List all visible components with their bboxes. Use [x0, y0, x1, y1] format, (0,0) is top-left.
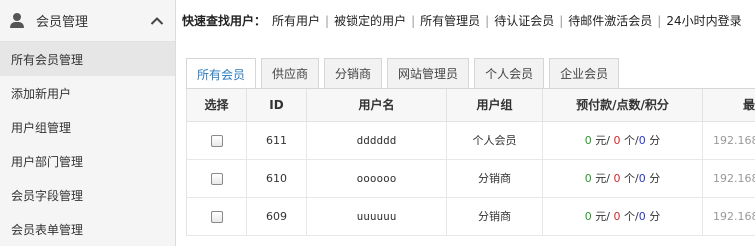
- cell-balance: 0 元/ 0 个/0 分: [542, 197, 703, 236]
- score-value: 0: [638, 134, 646, 147]
- divider: |: [485, 14, 490, 28]
- divider: |: [657, 14, 662, 28]
- table-header-row: 选择 ID 用户名 用户组 预付款/点数/积分 最后登录IP: [186, 89, 755, 122]
- score-unit: 分: [649, 172, 661, 185]
- col-id: ID: [246, 89, 307, 122]
- points-unit: 个/: [624, 210, 639, 223]
- divider: |: [559, 14, 564, 28]
- quick-search-bar: 快速查找用户： 所有用户 | 被锁定的用户 | 所有管理员 | 待认证会员 | 待邮件激活会员 | 2…: [182, 12, 742, 29]
- quick-link-pending-email[interactable]: 待邮件激活会员: [568, 14, 652, 28]
- col-last-login-ip: 最后登录IP: [702, 89, 755, 122]
- col-select: 选择: [186, 89, 247, 122]
- member-tabs: 所有会员 供应商 分销商 网站管理员 个人会员 企业会员: [186, 58, 624, 89]
- sidebar-item-member-forms[interactable]: 会员表单管理: [0, 212, 175, 246]
- sidebar-item-member-fields[interactable]: 会员字段管理: [0, 178, 175, 212]
- cell-username: uuuuuu: [306, 197, 447, 236]
- members-table: 选择 ID 用户名 用户组 预付款/点数/积分 最后登录IP 611 ddddd…: [186, 89, 755, 236]
- divider: |: [411, 14, 416, 28]
- tab-all-members[interactable]: 所有会员: [186, 58, 257, 89]
- quick-link-all-users[interactable]: 所有用户: [272, 14, 320, 28]
- score-value: 0: [638, 172, 646, 185]
- cell-username: dddddd: [306, 121, 447, 160]
- sidebar-header[interactable]: 会员管理: [0, 0, 175, 42]
- cell-username: oooooo: [306, 159, 447, 198]
- chevron-up-icon[interactable]: [147, 11, 167, 31]
- points-value: 0: [613, 210, 621, 223]
- prepay-unit: 元/: [595, 172, 610, 185]
- points-unit: 个/: [624, 134, 639, 147]
- cell-group: 分销商: [446, 159, 543, 198]
- prepay-value: 0: [584, 210, 592, 223]
- quick-link-locked-users[interactable]: 被锁定的用户: [334, 14, 406, 28]
- score-unit: 分: [649, 134, 661, 147]
- cell-ip: 192.168.0.1: [702, 121, 755, 160]
- cell-balance: 0 元/ 0 个/0 分: [542, 121, 703, 160]
- quick-link-24h-login[interactable]: 24小时内登录: [666, 14, 741, 28]
- table-row: 609 uuuuuu 分销商 0 元/ 0 个/0 分 192.168.0.1: [186, 197, 755, 236]
- sidebar-item-all-members[interactable]: 所有会员管理: [0, 42, 175, 76]
- table-row: 610 oooooo 分销商 0 元/ 0 个/0 分 192.168.0.1: [186, 159, 755, 198]
- col-user-group: 用户组: [446, 89, 543, 122]
- quick-search-label: 快速查找用户：: [182, 14, 267, 28]
- sidebar-item-user-departments[interactable]: 用户部门管理: [0, 144, 175, 178]
- sidebar: 会员管理 所有会员管理 添加新用户 用户组管理 用户部门管理 会员字段管理 会员…: [0, 0, 176, 246]
- points-unit: 个/: [624, 172, 639, 185]
- row-checkbox[interactable]: [210, 134, 223, 147]
- sidebar-item-add-user[interactable]: 添加新用户: [0, 76, 175, 110]
- points-value: 0: [613, 172, 621, 185]
- table-row: 611 dddddd 个人会员 0 元/ 0 个/0 分 192.168.0.1: [186, 121, 755, 160]
- prepay-value: 0: [584, 172, 592, 185]
- sidebar-title: 会员管理: [36, 15, 89, 30]
- main-panel: 快速查找用户： 所有用户 | 被锁定的用户 | 所有管理员 | 待认证会员 | 待邮件激活会员 | 2…: [176, 0, 755, 246]
- app: 会员管理 所有会员管理 添加新用户 用户组管理 用户部门管理 会员字段管理 会员…: [0, 0, 755, 246]
- prepay-unit: 元/: [595, 134, 610, 147]
- tab-site-admins[interactable]: 网站管理员: [387, 58, 470, 88]
- prepay-unit: 元/: [595, 210, 610, 223]
- tab-suppliers[interactable]: 供应商: [261, 58, 320, 88]
- members-table-container: 选择 ID 用户名 用户组 预付款/点数/积分 最后登录IP 611 ddddd…: [186, 88, 755, 246]
- col-username: 用户名: [306, 89, 447, 122]
- cell-balance: 0 元/ 0 个/0 分: [542, 159, 703, 198]
- cell-group: 个人会员: [446, 121, 543, 160]
- tab-enterprise-members[interactable]: 企业会员: [549, 58, 620, 88]
- points-value: 0: [613, 134, 621, 147]
- row-checkbox[interactable]: [210, 210, 223, 223]
- score-value: 0: [638, 210, 646, 223]
- cell-id: 609: [246, 197, 307, 236]
- row-checkbox[interactable]: [210, 172, 223, 185]
- col-balance: 预付款/点数/积分: [542, 89, 703, 122]
- quick-link-admins[interactable]: 所有管理员: [420, 14, 480, 28]
- score-unit: 分: [649, 210, 661, 223]
- tab-distributors[interactable]: 分销商: [324, 58, 383, 88]
- prepay-value: 0: [584, 134, 592, 147]
- sidebar-item-user-groups[interactable]: 用户组管理: [0, 110, 175, 144]
- cell-ip: 192.168.0.1: [702, 159, 755, 198]
- cell-ip: 192.168.0.1: [702, 197, 755, 236]
- quick-link-pending-auth[interactable]: 待认证会员: [494, 14, 554, 28]
- cell-group: 分销商: [446, 197, 543, 236]
- divider: |: [325, 14, 330, 28]
- tab-personal-members[interactable]: 个人会员: [474, 58, 545, 88]
- user-icon: [8, 11, 28, 31]
- cell-id: 611: [246, 121, 307, 160]
- cell-id: 610: [246, 159, 307, 198]
